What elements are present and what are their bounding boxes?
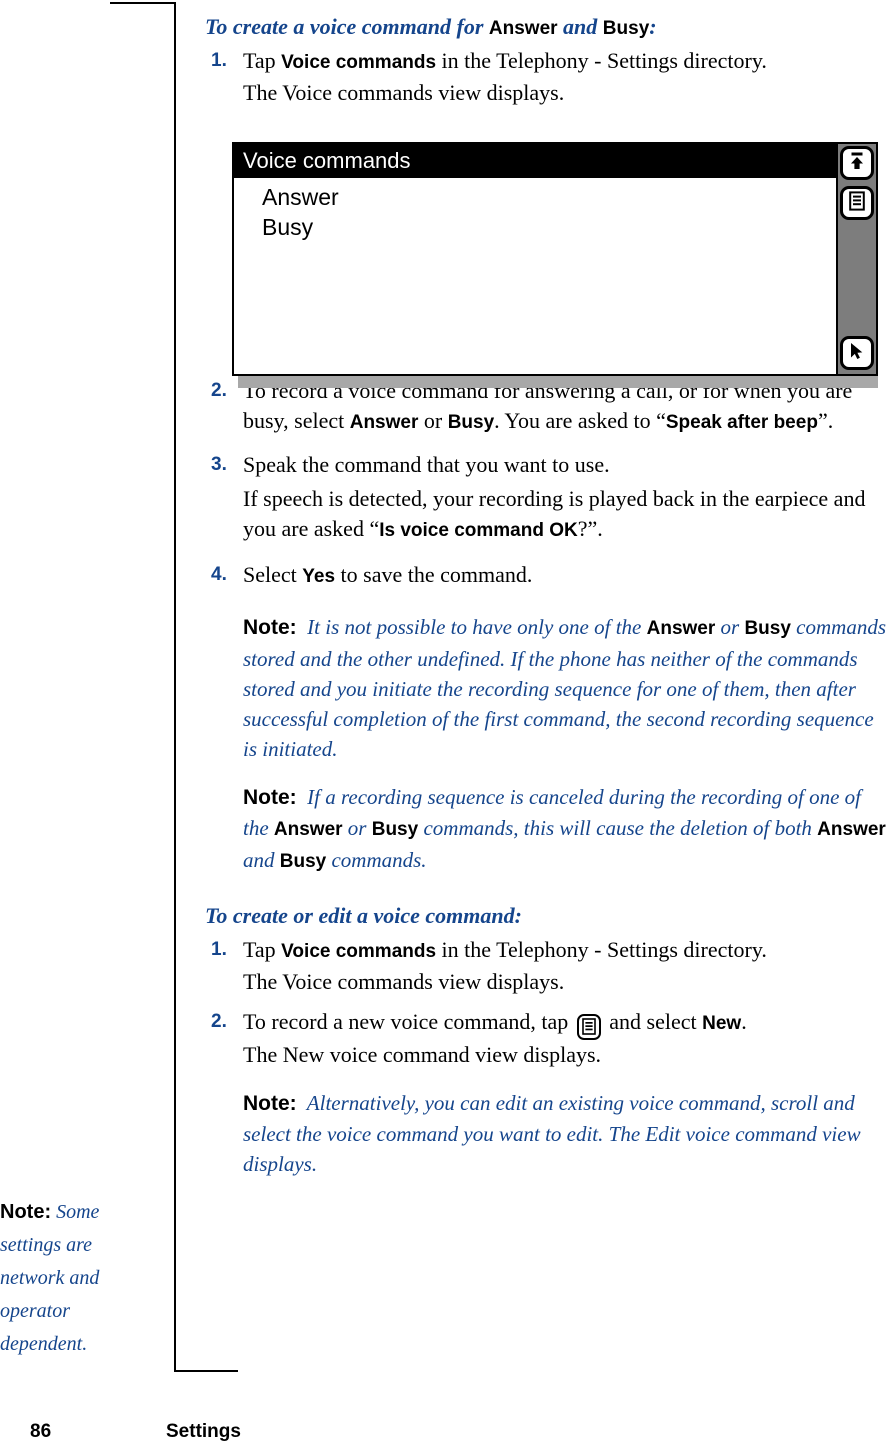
step-ui-yes: Yes xyxy=(302,566,336,587)
note-label: Note: xyxy=(243,1091,297,1115)
margin-note-text: Some settings are network and operator d… xyxy=(0,1201,100,1355)
step-ui-new: New xyxy=(702,1013,742,1034)
exit-up-arrow-button[interactable] xyxy=(840,146,874,180)
step-cont-text-b: ?”. xyxy=(577,516,603,541)
step-text-line2: The Voice commands view displays. xyxy=(243,80,565,105)
page-section: Settings xyxy=(166,1421,241,1442)
procedure-2-step-1: 1. Tap Voice commands in the Telephony -… xyxy=(205,935,889,997)
menu-list-button[interactable] xyxy=(840,186,874,220)
step-text-c: . xyxy=(741,1009,747,1034)
step-text-a: Tap xyxy=(243,48,282,73)
step-number: 2. xyxy=(211,1011,227,1032)
step-text-a: Speak the command that you want to use. xyxy=(243,452,610,477)
device-screen-title: Voice commands xyxy=(234,144,838,178)
note-label: Note: xyxy=(243,786,297,809)
step-number: 3. xyxy=(211,454,227,475)
note-ui-answer: Answer xyxy=(273,819,343,840)
list-item[interactable]: Answer xyxy=(262,182,838,212)
step-text-c: . You are asked to “ xyxy=(494,408,666,433)
note-ui-busy: Busy xyxy=(744,618,791,639)
menu-list-icon xyxy=(576,1013,601,1040)
step-text-b: or xyxy=(418,408,448,433)
note-ui-busy-2: Busy xyxy=(279,851,327,872)
device-toolbar xyxy=(836,142,878,376)
step-ui-answer: Answer xyxy=(349,412,419,433)
step-text-b: in the Telephony - Settings directory. xyxy=(436,937,767,962)
step-text-d: ”. xyxy=(817,408,834,433)
step-text-a: Tap xyxy=(243,937,282,962)
margin-note-label: Note: xyxy=(0,1201,52,1223)
step-text-line2: The New voice command view displays. xyxy=(243,1041,602,1067)
note-ui-answer-2: Answer xyxy=(817,819,886,840)
note-text-b: or xyxy=(715,615,745,639)
device-screenshot-figure: Voice commands Answer Busy xyxy=(232,142,878,388)
note-text-c: commands, this will cause the deletion o… xyxy=(418,816,818,840)
note-text: Alternatively, you can edit an existing … xyxy=(243,1090,861,1176)
procedure-1-step-3: 3. Speak the command that you want to us… xyxy=(205,450,889,546)
step-text-a: Select xyxy=(243,562,303,587)
heading-ui-busy: Busy xyxy=(602,18,650,39)
note-label: Note: xyxy=(243,616,297,639)
step-ui-voice-commands: Voice commands xyxy=(281,52,437,73)
menu-list-icon xyxy=(848,190,866,216)
note-text-e: commands. xyxy=(326,848,427,872)
note-text-b: or xyxy=(342,816,372,840)
step-ui-busy: Busy xyxy=(447,412,495,433)
note-ui-busy: Busy xyxy=(371,819,419,840)
margin-rule-top xyxy=(110,2,176,4)
note-ui-answer: Answer xyxy=(646,618,716,639)
step-number: 1. xyxy=(211,50,227,71)
step-number: 1. xyxy=(211,939,227,960)
procedure-1-step-4: 4. Select Yes to save the command. xyxy=(205,560,889,592)
step-text-line2: The Voice commands view displays. xyxy=(243,969,565,994)
procedure-2-heading: To create or edit a voice command: xyxy=(205,903,522,928)
exit-up-arrow-icon xyxy=(847,151,867,176)
heading-conjunction: and xyxy=(557,14,603,39)
step-ui-is-voice-command-ok: Is voice command OK xyxy=(379,520,578,541)
procedure-1-step-1: 1. Tap Voice commands in the Telephony -… xyxy=(205,46,889,108)
cursor-pointer-button[interactable] xyxy=(840,336,874,370)
heading-lead-text: To create a voice command for xyxy=(205,14,489,39)
step-text-b: in the Telephony - Settings directory. xyxy=(436,48,767,73)
heading-tail: : xyxy=(649,14,657,39)
note-text-d: and xyxy=(243,848,280,872)
step-number: 2. xyxy=(211,380,227,401)
page-number: 86 xyxy=(30,1421,52,1442)
margin-rule-vertical xyxy=(174,2,176,1372)
step-continuation: If speech is detected, your recording is… xyxy=(243,484,889,546)
list-item[interactable]: Busy xyxy=(262,212,838,242)
procedure-1-heading: To create a voice command for Answer and… xyxy=(205,14,889,40)
step-text-a: To record a new voice command, tap xyxy=(243,1009,574,1034)
note-block-2: Note: If a recording sequence is cancele… xyxy=(205,782,889,877)
note-block-3: Note: Alternatively, you can edit an exi… xyxy=(205,1088,889,1179)
device-screen: Voice commands Answer Busy xyxy=(232,142,840,376)
step-ui-voice-commands: Voice commands xyxy=(281,941,437,962)
note-block-1: Note: It is not possible to have only on… xyxy=(205,612,889,764)
cursor-pointer-icon xyxy=(847,341,867,366)
margin-note: Note: Some settings are network and oper… xyxy=(0,1196,160,1361)
device-command-list: Answer Busy xyxy=(234,178,838,242)
margin-rule-bottom xyxy=(174,1370,238,1372)
note-text-a: It is not possible to have only one of t… xyxy=(307,615,647,639)
procedure-2-step-2: 2. To record a new voice command, tap an… xyxy=(205,1007,889,1070)
step-text-b: to save the command. xyxy=(335,562,533,587)
heading-ui-answer: Answer xyxy=(488,18,558,39)
step-text-b: and select xyxy=(603,1009,703,1034)
step-number: 4. xyxy=(211,564,227,585)
step-ui-speak-after-beep: Speak after beep xyxy=(665,412,818,433)
